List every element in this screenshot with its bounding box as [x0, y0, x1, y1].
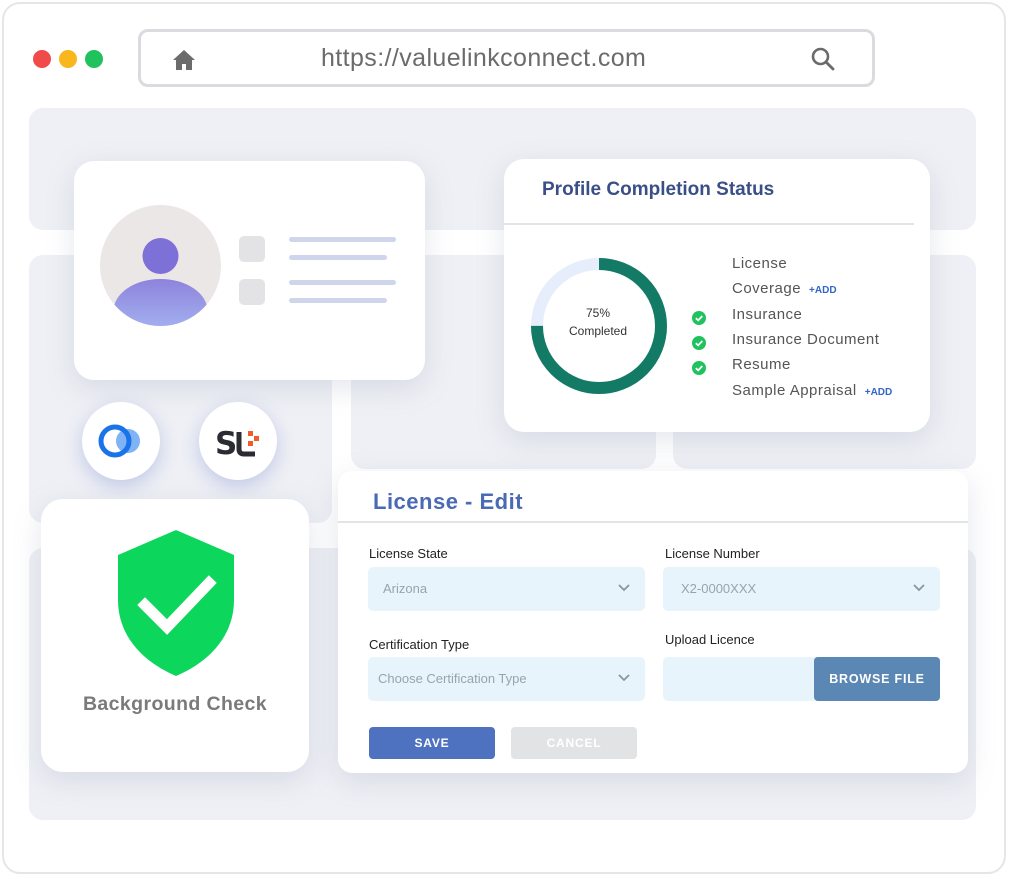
address-bar[interactable]: https://valuelinkconnect.com [138, 29, 875, 87]
svg-text:S: S [215, 426, 237, 462]
close-dot[interactable] [33, 50, 51, 68]
status-item: Insurance Document [732, 331, 879, 348]
license-state-value: Arizona [383, 581, 428, 596]
maximize-dot[interactable] [85, 50, 103, 68]
completed-label: Completed [568, 324, 628, 338]
cancel-button[interactable]: CANCEL [511, 727, 637, 759]
st-logo: S [215, 426, 259, 462]
placeholder-square-1 [239, 236, 265, 262]
check-circle-icon [692, 335, 706, 350]
minimize-dot[interactable] [59, 50, 77, 68]
status-item-label: Resume [732, 356, 791, 374]
placeholder-line [289, 280, 396, 285]
divider [504, 223, 914, 225]
check-circle-icon [692, 310, 706, 325]
placeholder-line [289, 255, 387, 260]
chevron-down-icon [618, 674, 630, 682]
license-number-select[interactable]: X2-0000XXX [663, 567, 940, 611]
integration-logo-circles[interactable] [82, 402, 160, 480]
url-text[interactable]: https://valuelinkconnect.com [321, 44, 646, 73]
add-link[interactable]: +ADD [809, 285, 837, 296]
status-item-label: Insurance [732, 305, 803, 323]
upload-licence-field[interactable]: BROWSE FILE [663, 657, 940, 701]
placeholder-line [289, 237, 396, 242]
license-number-label: License Number [665, 546, 760, 561]
window-controls [33, 50, 103, 68]
avatar [100, 205, 221, 326]
add-link[interactable]: +ADD [865, 387, 893, 398]
status-item-label: Sample Appraisal [732, 381, 857, 399]
status-item-label: Insurance Document [732, 330, 880, 348]
profile-completion-title: Profile Completion Status [542, 179, 775, 200]
search-icon[interactable] [810, 46, 836, 72]
placeholder-square-2 [239, 279, 265, 305]
placeholder-line [289, 298, 387, 303]
shield-check-icon [118, 530, 234, 676]
donut-label: 75% Completed [531, 304, 665, 340]
certification-type-placeholder: Choose Certification Type [378, 671, 527, 686]
status-item: Resume [732, 356, 791, 373]
background-check-card: Background Check [41, 499, 309, 772]
overlapping-circles-logo [98, 424, 140, 458]
certification-type-select[interactable]: Choose Certification Type [368, 657, 645, 701]
license-edit-title: License - Edit [373, 489, 524, 514]
check-circle-icon [692, 361, 706, 376]
status-item: Insurance [732, 306, 802, 323]
percent-label: 75% [585, 306, 611, 320]
license-state-label: License State [369, 546, 448, 561]
save-button[interactable]: SAVE [369, 727, 495, 759]
status-item: License [732, 255, 787, 272]
divider [338, 521, 968, 523]
status-item: Coverage +ADD [732, 280, 837, 297]
status-item-label: License [732, 255, 788, 272]
browse-file-button[interactable]: BROWSE FILE [814, 657, 940, 701]
user-icon [113, 238, 208, 326]
integration-logo-st[interactable]: S [199, 402, 277, 480]
certification-type-label: Certification Type [369, 637, 470, 652]
license-state-select[interactable]: Arizona [368, 567, 645, 611]
chevron-down-icon [913, 584, 925, 592]
upload-licence-label: Upload Licence [665, 632, 755, 647]
profile-card [74, 161, 425, 380]
status-item-label: Coverage [732, 280, 802, 298]
status-item: Sample Appraisal +ADD [732, 382, 892, 399]
license-edit-card: License - Edit License State Arizona Lic… [338, 471, 968, 773]
home-icon[interactable] [171, 48, 197, 72]
chevron-down-icon [618, 584, 630, 592]
background-check-label: Background Check [82, 693, 268, 715]
profile-completion-card: Profile Completion Status 75% Completed … [504, 159, 930, 432]
license-number-value: X2-0000XXX [681, 581, 757, 596]
